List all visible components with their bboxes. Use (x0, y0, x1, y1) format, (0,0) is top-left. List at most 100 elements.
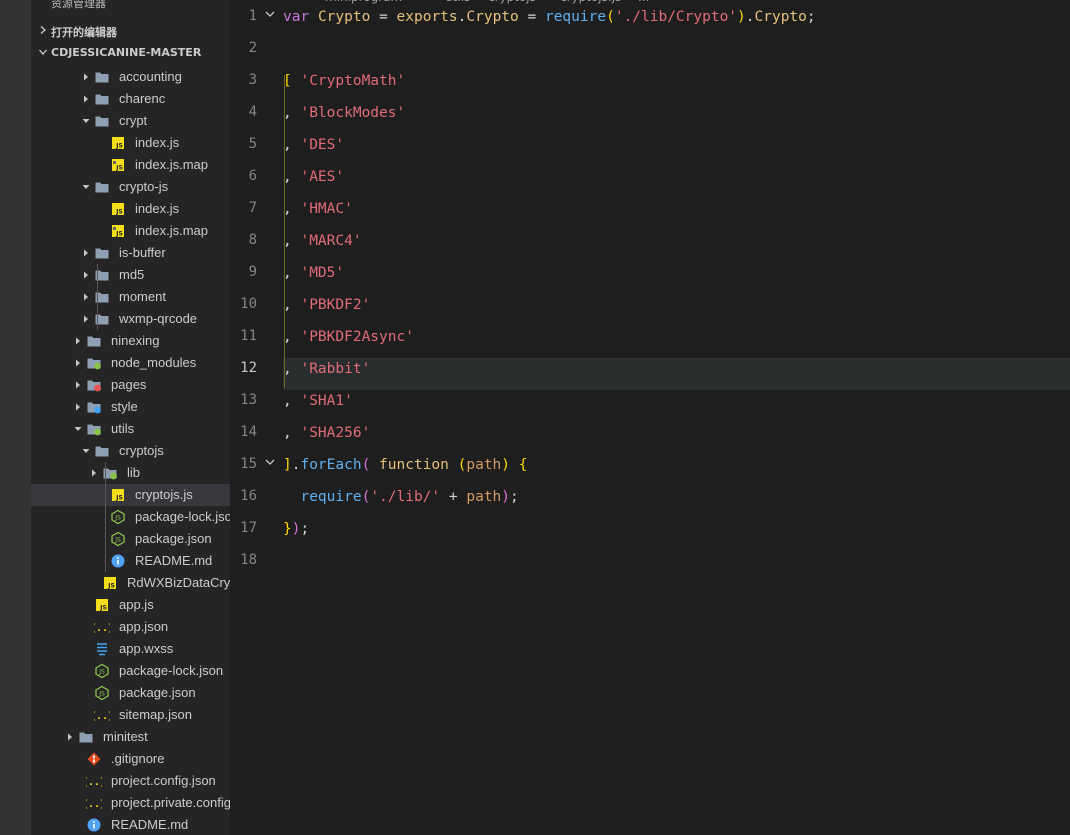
chevron-right-icon[interactable] (89, 468, 99, 478)
code-token: [ (283, 73, 292, 89)
tree-folder-utils[interactable]: utils (31, 418, 230, 440)
chevron-down-icon[interactable] (73, 424, 83, 434)
tree-folder-node-modules[interactable]: node_modules (31, 352, 230, 374)
breadcrumb-item[interactable]: cryptojs.js (560, 0, 621, 4)
chevron-right-icon[interactable] (81, 72, 91, 82)
tree-folder-lib[interactable]: lib (31, 462, 230, 484)
code-token: 'PBKDF2' (300, 297, 371, 313)
open-editors-section[interactable]: 打开的编辑器 (31, 20, 230, 42)
code-line[interactable]: , 'BlockModes' (283, 103, 405, 135)
tree-file[interactable]: JS index.js (31, 132, 230, 154)
breadcrumb-item[interactable]: ... (638, 0, 649, 4)
code-line[interactable]: require('./lib/' + path); (283, 487, 519, 519)
code-token: ; (806, 9, 816, 25)
chevron-down-icon[interactable] (81, 116, 91, 126)
code-token: ; (510, 489, 519, 505)
tree-item-label: crypt (119, 113, 148, 128)
tree-folder-charenc[interactable]: charenc (31, 88, 230, 110)
tree-folder-accounting[interactable]: accounting (31, 66, 230, 88)
breadcrumb-item[interactable]: miniprogram (325, 0, 402, 4)
chevron-right-icon[interactable] (73, 402, 83, 412)
tree-file[interactable]: {..} project.private.config.js... (31, 792, 230, 814)
svg-text:{..}: {..} (86, 777, 102, 788)
tree-folder-crypt[interactable]: crypt (31, 110, 230, 132)
code-line[interactable]: }); (283, 519, 309, 551)
svg-text:JS: JS (115, 495, 123, 502)
code-line[interactable]: , 'MD5' (283, 263, 344, 295)
code-line[interactable]: , 'SHA256' (283, 423, 370, 455)
chevron-right-icon[interactable] (81, 292, 91, 302)
tree-folder-is-buffer[interactable]: is-buffer (31, 242, 230, 264)
chevron-right-icon[interactable] (73, 380, 83, 390)
fold-chevron-icon[interactable] (264, 456, 276, 468)
tree-file[interactable]: .gitignore (31, 748, 230, 770)
chevron-down-icon[interactable] (81, 446, 91, 456)
code-line[interactable]: , 'PBKDF2' (283, 295, 370, 327)
project-section[interactable]: CDJESSICANINE-MASTER (31, 42, 230, 64)
chevron-right-icon[interactable] (81, 94, 91, 104)
tree-folder-md5[interactable]: md5 (31, 264, 230, 286)
chevron-right-icon[interactable] (73, 336, 83, 346)
tree-file[interactable]: JS index.js.map (31, 220, 230, 242)
tree-file[interactable]: JS package.json (31, 528, 230, 550)
chevron-right-icon[interactable] (65, 732, 75, 742)
line-number: 9 (248, 264, 257, 280)
code-token: , (283, 137, 301, 153)
code-token: , (283, 361, 301, 377)
code-line[interactable]: , 'DES' (283, 135, 344, 167)
tree-file[interactable]: JS app.js (31, 594, 230, 616)
tree-file[interactable]: {..} sitemap.json (31, 704, 230, 726)
tree-file[interactable]: app.wxss (31, 638, 230, 660)
line-number: 6 (248, 168, 257, 184)
code-token: , (283, 169, 301, 185)
tree-folder-ninexing[interactable]: ninexing (31, 330, 230, 352)
chevron-right-icon[interactable] (73, 358, 83, 368)
tree-folder-style[interactable]: style (31, 396, 230, 418)
chevron-right-icon[interactable] (81, 270, 91, 280)
more-actions-icon[interactable]: ··· (196, 0, 212, 8)
fold-chevron-icon[interactable] (264, 8, 276, 20)
code-editor[interactable]: miniprogram utils cryptojs cryptojs.js... 1… (230, 0, 1070, 835)
folder-icon (94, 113, 110, 129)
tree-file[interactable]: README.md (31, 814, 230, 835)
tree-file[interactable]: {..} app.json (31, 616, 230, 638)
tree-folder-crypto-js[interactable]: crypto-js (31, 176, 230, 198)
tree-file[interactable]: JS cryptojs.js (31, 484, 230, 506)
tree-file[interactable]: JS index.js.map (31, 154, 230, 176)
tree-file[interactable]: JS package-lock.json (31, 660, 230, 682)
chevron-right-icon[interactable] (81, 314, 91, 324)
code-token: forEach (300, 457, 362, 473)
css-file-icon (94, 641, 110, 657)
breadcrumb-item[interactable]: utils (445, 0, 470, 4)
chevron-right-icon[interactable] (81, 248, 91, 258)
tree-folder-pages[interactable]: pages (31, 374, 230, 396)
tree-file[interactable]: JS RdWXBizDataCrypt.js (31, 572, 230, 594)
code-line[interactable]: var Crypto = exports.Crypto = require('.… (283, 7, 816, 39)
code-line[interactable]: , 'HMAC' (283, 199, 353, 231)
code-line[interactable]: , 'MARC4' (283, 231, 362, 263)
code-line[interactable]: ].forEach( function (path) { (283, 455, 527, 487)
js-file-icon: JS (110, 487, 126, 503)
code-token: 'AES' (300, 169, 345, 185)
tree-file[interactable]: {..} project.config.json (31, 770, 230, 792)
code-line[interactable]: , 'SHA1' (283, 391, 353, 423)
tree-folder-cryptojs[interactable]: cryptojs (31, 440, 230, 462)
node-modules-folder-icon (86, 355, 102, 371)
breadcrumb-item[interactable]: cryptojs (488, 0, 536, 4)
tree-folder-minitest[interactable]: minitest (31, 726, 230, 748)
tree-folder-moment[interactable]: moment (31, 286, 230, 308)
chevron-down-icon[interactable] (81, 182, 91, 192)
tree-folder-wxmp-qrcode[interactable]: wxmp-qrcode (31, 308, 230, 330)
tree-item-label: sitemap.json (119, 707, 192, 722)
code-token: path (466, 457, 502, 473)
tree-item-label: pages (111, 377, 147, 392)
tree-file[interactable]: JS index.js (31, 198, 230, 220)
tree-file[interactable]: JS package-lock.json (31, 506, 230, 528)
code-line[interactable]: , 'Rabbit' (283, 359, 370, 391)
code-line[interactable]: [ 'CryptoMath' (283, 71, 405, 103)
line-number: 15 (240, 456, 257, 472)
tree-file[interactable]: JS package.json (31, 682, 230, 704)
code-line[interactable]: , 'AES' (283, 167, 344, 199)
tree-file[interactable]: README.md (31, 550, 230, 572)
code-line[interactable]: , 'PBKDF2Async' (283, 327, 414, 359)
